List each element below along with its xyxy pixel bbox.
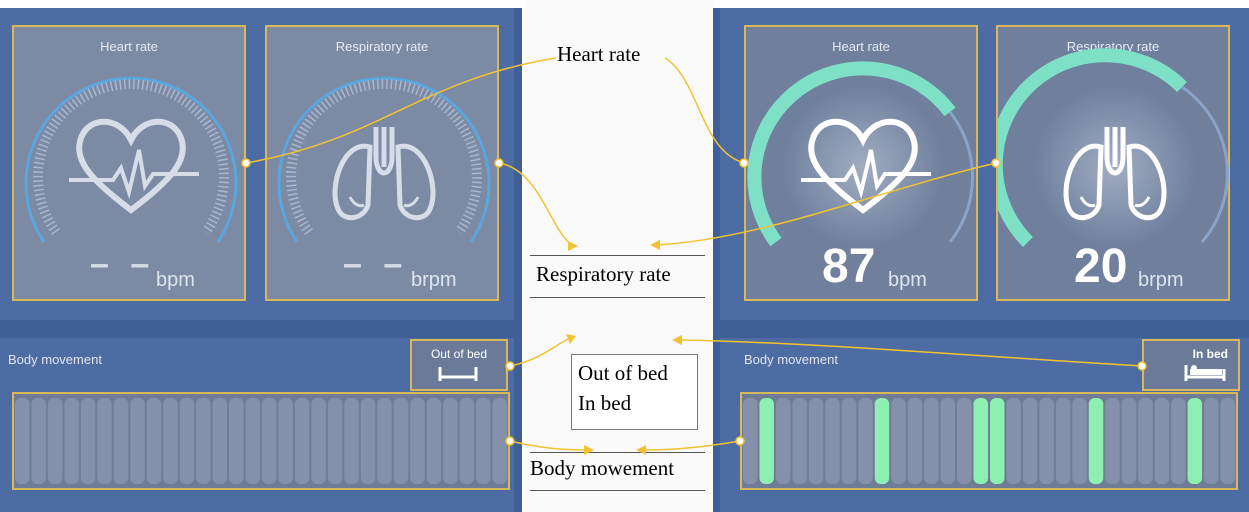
annotation-connectors <box>241 57 1147 455</box>
